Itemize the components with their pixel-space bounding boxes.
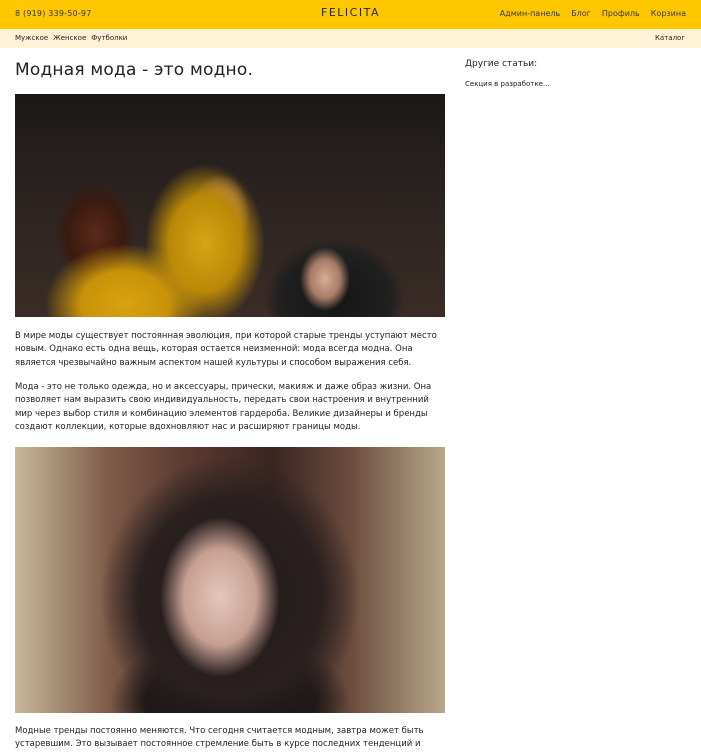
category-list: Мужское Женское Футболки — [15, 34, 127, 42]
category-women[interactable]: Женское — [53, 34, 86, 42]
category-men[interactable]: Мужское — [15, 34, 48, 42]
article-title: Модная мода - это модно. — [15, 60, 254, 80]
sidebar-placeholder: Секция в разработке... — [465, 80, 550, 88]
article-paragraph-3: Модные тренды постоянно меняются. Что се… — [15, 726, 424, 750]
sidebar-title: Другие статьи: — [465, 59, 538, 69]
nav-blog[interactable]: Блог — [571, 9, 591, 18]
catalog-link[interactable]: Каталог — [655, 34, 685, 42]
article-paragraph-2: Мода - это не только одежда, но и аксесс… — [15, 382, 432, 432]
nav-profile[interactable]: Профиль — [602, 9, 640, 18]
article-image-couple — [15, 94, 445, 317]
nav-cart[interactable]: Корзина — [651, 9, 686, 18]
article-paragraph-1: В мире моды существует постоянная эволюц… — [15, 331, 437, 368]
top-bar: 8 (919) 339-50-97 FELICITA Админ-панель … — [0, 0, 701, 29]
main-nav: Админ-панель Блог Профиль Корзина — [500, 9, 686, 18]
category-tshirts[interactable]: Футболки — [91, 34, 127, 42]
nav-admin-panel[interactable]: Админ-панель — [500, 9, 560, 18]
category-bar: Мужское Женское Футболки Каталог — [0, 29, 701, 48]
article-image-portrait — [15, 447, 445, 713]
